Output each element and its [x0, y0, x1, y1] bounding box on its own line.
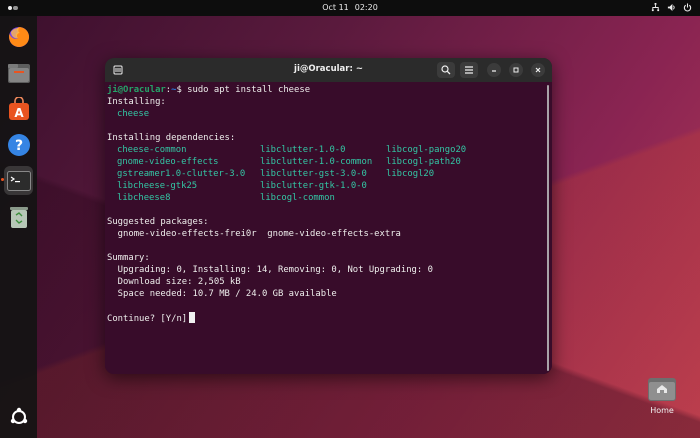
continue-prompt-line: Continue? [Y/n]	[107, 312, 196, 324]
top-bar: Oct 11 02:20	[0, 0, 700, 16]
network-icon	[651, 3, 660, 12]
app-center-icon: A	[8, 96, 29, 120]
scrollbar[interactable]	[547, 85, 549, 371]
dep-item: libcogl-path20	[386, 157, 461, 167]
close-icon	[535, 67, 541, 73]
dock-files[interactable]	[4, 58, 33, 87]
close-button[interactable]	[531, 63, 545, 77]
text-cursor	[189, 312, 196, 323]
dep-item: gstreamer1.0-clutter-3.0	[117, 169, 246, 179]
dock-app-center[interactable]: A	[4, 94, 33, 123]
maximize-icon	[513, 67, 519, 73]
system-tray[interactable]	[651, 3, 692, 12]
dock: A ?	[0, 16, 37, 438]
dep-item: libcheese-gtk25	[117, 181, 198, 191]
help-icon: ?	[7, 133, 30, 156]
power-icon	[683, 3, 692, 12]
summary-space: Space needed: 10.7 MB / 24.0 GB availabl…	[107, 289, 337, 299]
dep-item: libclutter-gst-3.0-0	[260, 169, 367, 179]
summary-label: Summary:	[107, 253, 150, 263]
dep-item: gnome-video-effects	[117, 157, 219, 167]
terminal-icon	[6, 170, 31, 191]
terminal-content[interactable]: ji@Oracular:~$ sudo apt install cheese I…	[105, 82, 552, 374]
desktop-home[interactable]: Home	[640, 376, 684, 415]
menu-button[interactable]	[460, 62, 478, 78]
command-line: ji@Oracular:~$ sudo apt install cheese	[107, 84, 310, 96]
dock-trash[interactable]	[4, 202, 33, 231]
svg-text:A: A	[14, 106, 24, 120]
suggested-label: Suggested packages:	[107, 217, 209, 227]
clock-date: Oct 11	[322, 3, 349, 12]
dep-item: libcheese8	[117, 193, 171, 203]
window-titlebar[interactable]: ji@Oracular: ~	[105, 58, 552, 82]
home-label: Home	[650, 406, 674, 415]
home-folder-icon	[647, 376, 677, 402]
dock-help[interactable]: ?	[4, 130, 33, 159]
volume-icon	[667, 3, 675, 12]
minimize-button[interactable]	[487, 63, 501, 77]
dep-item: libclutter-1.0-common	[260, 157, 373, 167]
command-text: sudo apt install cheese	[187, 85, 311, 95]
dep-item: libclutter-gtk-1.0-0	[260, 181, 367, 191]
dock-terminal[interactable]	[4, 166, 33, 195]
svg-text:?: ?	[14, 138, 22, 154]
minimize-icon	[492, 70, 496, 72]
dep-item: libcogl-common	[260, 193, 335, 203]
summary-upgrading: Upgrading: 0, Installing: 14, Removing: …	[107, 265, 433, 275]
show-apps-button[interactable]	[4, 402, 33, 431]
dock-firefox[interactable]	[4, 22, 33, 51]
suggested-packages: gnome-video-effects-frei0r gnome-video-e…	[107, 229, 401, 239]
installing-label: Installing:	[107, 97, 166, 107]
clock[interactable]: Oct 11 02:20	[0, 3, 700, 12]
search-button[interactable]	[437, 62, 455, 78]
dep-item: libclutter-1.0-0	[260, 145, 346, 155]
prompt-symbol: $	[176, 85, 182, 95]
installing-package: cheese	[117, 109, 150, 119]
trash-icon	[9, 206, 28, 228]
dep-item: libcogl-pango20	[386, 145, 467, 155]
files-icon	[7, 63, 30, 83]
firefox-icon	[8, 26, 29, 47]
ubuntu-logo-icon	[10, 407, 27, 424]
hamburger-menu-icon	[465, 66, 473, 74]
dep-item: cheese-common	[117, 145, 187, 155]
maximize-button[interactable]	[509, 63, 523, 77]
clock-time: 02:20	[354, 3, 378, 12]
window-title: ji@Oracular: ~	[294, 64, 363, 74]
terminal-window: ji@Oracular: ~ ji@Oracular:~$ sudo apt i…	[105, 58, 552, 374]
dependencies-label: Installing dependencies:	[107, 133, 236, 143]
continue-prompt: Continue? [Y/n]	[107, 314, 188, 324]
dep-item: libcogl20	[386, 169, 435, 179]
summary-download: Download size: 2,505 kB	[107, 277, 241, 287]
prompt-user: ji@Oracular	[107, 85, 166, 95]
search-icon	[441, 65, 451, 75]
